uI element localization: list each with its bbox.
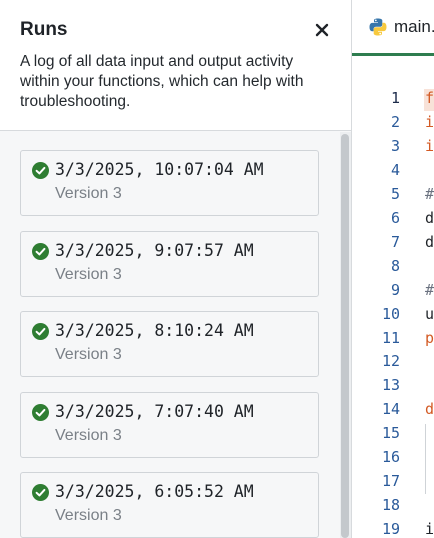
python-icon xyxy=(369,18,387,36)
check-circle-icon xyxy=(32,162,49,179)
close-icon xyxy=(315,23,329,37)
run-item[interactable]: 3/3/2025, 10:07:04 AM Version 3 xyxy=(20,150,319,216)
check-circle-icon xyxy=(32,323,49,340)
run-version: Version 3 xyxy=(55,185,122,202)
line-number: 12 xyxy=(381,352,400,371)
line-number: 3 xyxy=(390,136,400,155)
line-number: 10 xyxy=(381,304,400,323)
run-version: Version 3 xyxy=(55,265,122,283)
runs-list: 3/3/2025, 10:07:04 AM Version 3 3/3/2025, … xyxy=(0,132,340,538)
runs-panel: Runs A log of all data input and output … xyxy=(0,0,352,538)
indent-guide xyxy=(425,424,426,494)
code-text: # xyxy=(425,280,434,299)
tab-main-file[interactable]: main. xyxy=(352,0,434,56)
line-number: 16 xyxy=(381,448,400,467)
code-editor: main. 1 2 3 4 5 6 7 8 9 10 11 12 13 14 15 16 17 18 19 f i i #… xyxy=(352,0,434,538)
check-circle-icon xyxy=(32,242,49,260)
tab-label: main. xyxy=(394,17,434,36)
close-button[interactable] xyxy=(310,18,334,42)
code-text: d xyxy=(425,232,434,251)
line-number: 15 xyxy=(381,424,400,443)
code-text: p xyxy=(425,328,434,347)
run-item[interactable]: 3/3/2025, 7:07:40 AM Version 3 xyxy=(20,391,319,458)
run-item[interactable]: 3/3/2025, 9:07:57 AM Version 3 xyxy=(20,230,319,297)
run-timestamp: 3/3/2025, 6:05:52 AM xyxy=(55,482,254,501)
runs-header: Runs A log of all data input and output … xyxy=(0,0,351,131)
line-number: 2 xyxy=(390,112,400,131)
runs-description: A log of all data input and output activ… xyxy=(20,53,304,110)
run-timestamp: 3/3/2025, 7:07:40 AM xyxy=(55,401,254,421)
line-number: 4 xyxy=(390,160,400,179)
code-text: i xyxy=(425,520,434,538)
code-text: u xyxy=(425,304,434,323)
line-number: 7 xyxy=(390,232,400,251)
check-circle-icon xyxy=(32,484,49,501)
run-timestamp: 3/3/2025, 9:07:57 AM xyxy=(55,240,254,260)
code-text: # xyxy=(425,184,434,203)
line-number: 8 xyxy=(390,256,400,275)
run-version: Version 3 xyxy=(55,346,122,363)
line-number: 17 xyxy=(381,472,400,491)
line-number: 13 xyxy=(381,376,400,395)
line-number: 18 xyxy=(381,496,400,515)
line-number: 6 xyxy=(390,208,400,227)
scrollbar-thumb[interactable] xyxy=(341,134,349,538)
run-item[interactable]: 3/3/2025, 6:05:52 AM Version 3 xyxy=(20,472,319,538)
run-item[interactable]: 3/3/2025, 8:10:24 AM Version 3 xyxy=(20,311,319,377)
line-number: 9 xyxy=(390,280,400,299)
check-circle-icon xyxy=(32,403,49,421)
run-timestamp: 3/3/2025, 8:10:24 AM xyxy=(55,321,254,340)
run-timestamp: 3/3/2025, 10:07:04 AM xyxy=(55,160,264,179)
code-text: i xyxy=(425,136,434,155)
line-number: 5 xyxy=(390,184,400,203)
line-number: 11 xyxy=(381,328,400,347)
run-version: Version 3 xyxy=(55,426,122,444)
code-text: f xyxy=(425,89,434,107)
runs-title: Runs xyxy=(20,19,68,40)
run-version: Version 3 xyxy=(55,507,122,524)
code-text: d xyxy=(425,400,434,419)
line-number: 1 xyxy=(390,89,400,107)
line-number: 19 xyxy=(381,520,400,538)
code-text: i xyxy=(425,112,434,131)
code-text: d xyxy=(425,208,434,227)
line-number: 14 xyxy=(381,400,400,419)
